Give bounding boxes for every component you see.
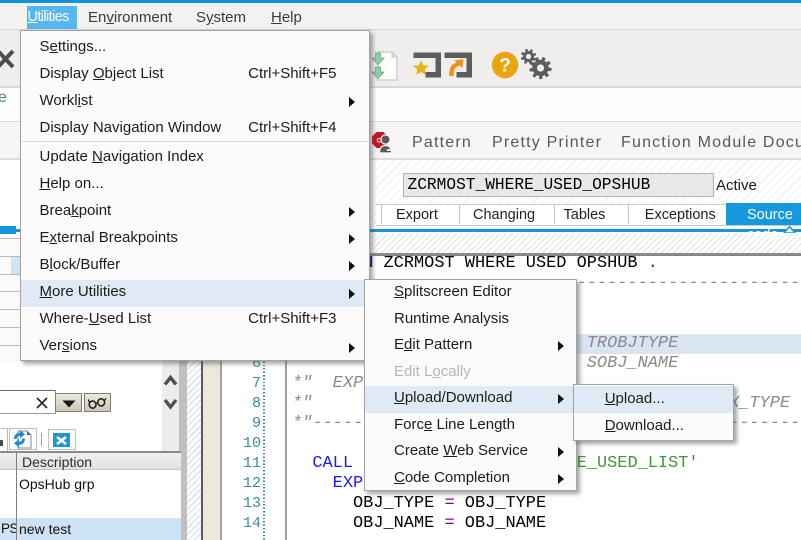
svg-text:?: ? (499, 56, 511, 77)
